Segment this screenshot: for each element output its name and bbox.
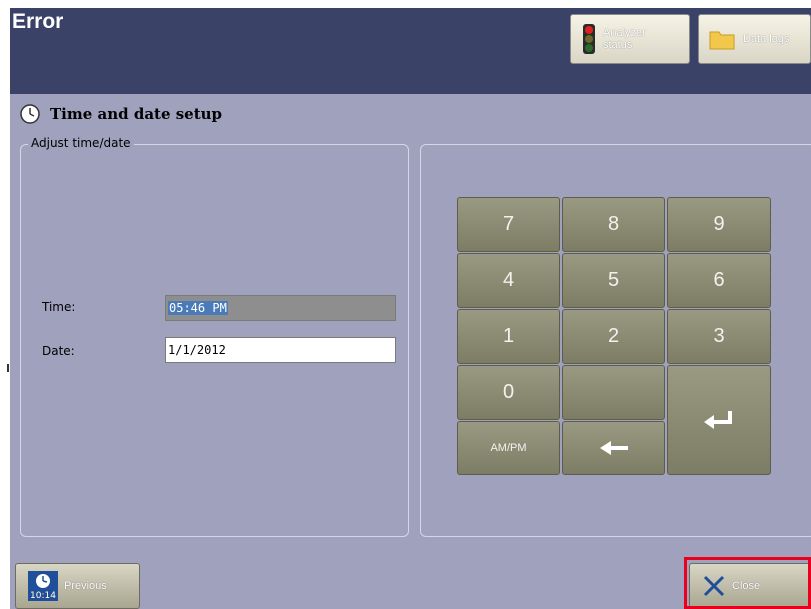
folder-icon xyxy=(709,31,735,50)
key-ampm[interactable]: AM/PM xyxy=(457,421,560,475)
key-2[interactable]: 2 xyxy=(562,309,665,364)
key-1[interactable]: 1 xyxy=(457,309,560,364)
left-arrow-icon xyxy=(599,441,628,455)
close-button[interactable]: Close xyxy=(689,563,811,609)
data-logs-label: Data logs xyxy=(743,33,790,45)
clock-icon xyxy=(20,104,40,124)
key-0[interactable]: 0 xyxy=(457,365,560,420)
section-title-text: Time and date setup xyxy=(50,105,223,123)
analyzer-status-button[interactable]: Analyzer status xyxy=(570,14,690,64)
key-4[interactable]: 4 xyxy=(457,253,560,308)
enter-arrow-icon xyxy=(704,411,732,429)
key-3[interactable]: 3 xyxy=(667,309,771,364)
key-9[interactable]: 9 xyxy=(667,197,771,252)
data-logs-button[interactable]: Data logs xyxy=(698,14,811,64)
screen: { "header": { "title": "Error", "analyze… xyxy=(0,0,811,609)
edge-mark xyxy=(7,364,9,372)
previous-label: Previous xyxy=(64,580,107,592)
analyzer-status-label: Analyzer status xyxy=(603,27,646,51)
close-icon xyxy=(703,575,725,597)
enter-key[interactable] xyxy=(667,365,771,475)
key-6[interactable]: 6 xyxy=(667,253,771,308)
main-panel: Time and date setup Adjust time/date Tim… xyxy=(10,94,811,609)
key-5[interactable]: 5 xyxy=(562,253,665,308)
time-label: Time: xyxy=(42,300,76,314)
date-label: Date: xyxy=(42,344,75,358)
key-8[interactable]: 8 xyxy=(562,197,665,252)
screen-title: Error xyxy=(12,10,64,33)
time-value: 05:46 PM xyxy=(168,301,228,315)
clock-time-icon: 10:14 xyxy=(28,571,58,601)
previous-time: 10:14 xyxy=(28,591,58,601)
title-bar: Error Analyzer status Data logs xyxy=(10,8,811,94)
key-blank[interactable] xyxy=(562,365,665,420)
backspace-key[interactable] xyxy=(562,421,665,475)
time-input[interactable]: 05:46 PM xyxy=(165,295,396,321)
close-label: Close xyxy=(732,580,761,592)
section-title: Time and date setup xyxy=(20,104,222,124)
key-7[interactable]: 7 xyxy=(457,197,560,252)
previous-button[interactable]: 10:14 Previous xyxy=(15,563,140,609)
traffic-light-icon xyxy=(583,24,595,54)
date-input[interactable]: 1/1/2012 xyxy=(165,337,396,363)
group-legend: Adjust time/date xyxy=(28,136,134,150)
